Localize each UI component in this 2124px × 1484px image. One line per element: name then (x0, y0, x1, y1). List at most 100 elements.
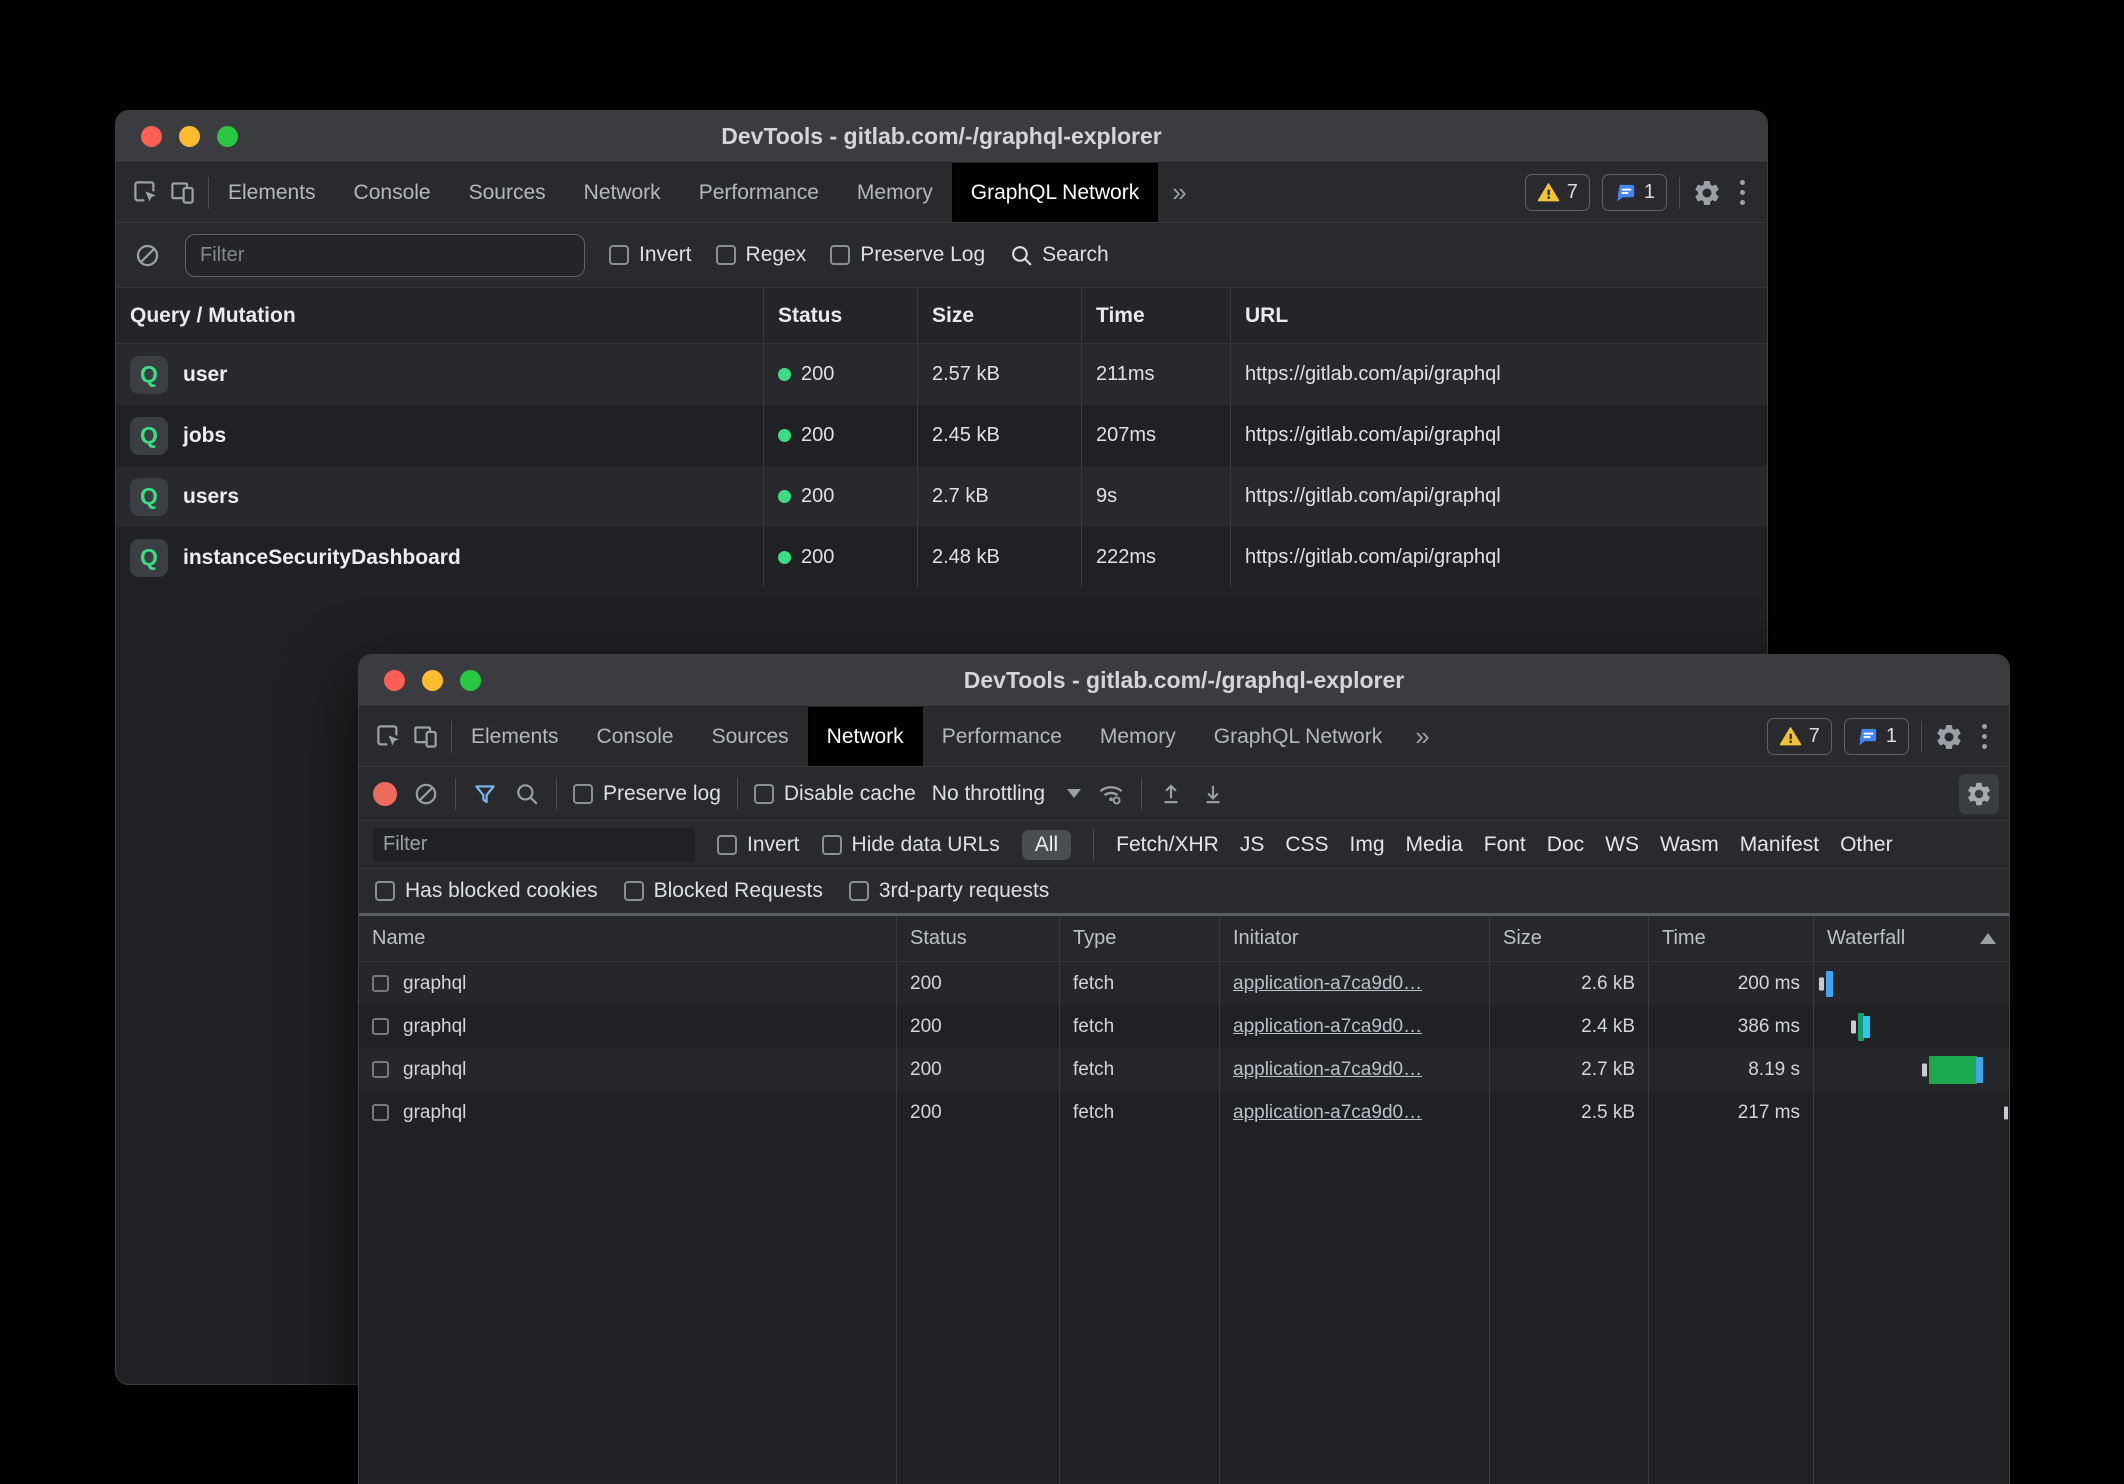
settings-gear-icon[interactable] (1934, 722, 1964, 752)
settings-gear-icon[interactable] (1692, 178, 1722, 208)
col-waterfall[interactable]: Waterfall (1814, 916, 2009, 961)
filter-input[interactable] (373, 828, 695, 862)
initiator-link[interactable]: application-a7ca9d0… (1233, 1059, 1422, 1081)
warnings-badge[interactable]: 7 (1767, 718, 1832, 755)
blocked-requests-checkbox[interactable]: Blocked Requests (624, 879, 823, 903)
hide-data-urls-checkbox[interactable]: Hide data URLs (822, 833, 1000, 857)
col-size[interactable]: Size (918, 288, 1082, 343)
table-row[interactable]: Q user 200 2.57 kB 211ms https://gitlab.… (116, 344, 1767, 405)
throttling-select[interactable]: No throttling (932, 782, 1081, 806)
col-initiator[interactable]: Initiator (1220, 916, 1490, 961)
tab-graphql-network[interactable]: GraphQL Network (1195, 707, 1401, 766)
tab-performance[interactable]: Performance (923, 707, 1081, 766)
table-row[interactable]: graphql 200 fetch application-a7ca9d0… 2… (359, 1005, 2009, 1048)
initiator-link[interactable]: application-a7ca9d0… (1233, 973, 1422, 995)
col-type[interactable]: Type (1060, 916, 1220, 961)
table-row[interactable]: graphql 200 fetch application-a7ca9d0… 2… (359, 962, 2009, 1005)
tab-memory[interactable]: Memory (1081, 707, 1195, 766)
tab-memory[interactable]: Memory (838, 163, 952, 222)
row-checkbox[interactable] (372, 975, 389, 992)
filter-type-wasm[interactable]: Wasm (1660, 833, 1719, 857)
col-time[interactable]: Time (1082, 288, 1231, 343)
more-options-icon[interactable] (1976, 724, 1993, 749)
network-conditions-icon[interactable] (1097, 780, 1125, 808)
tab-sources[interactable]: Sources (693, 707, 808, 766)
filter-type-media[interactable]: Media (1406, 833, 1463, 857)
device-toolbar-icon[interactable] (412, 723, 439, 750)
more-tabs-icon[interactable]: » (1401, 707, 1443, 766)
col-status[interactable]: Status (897, 916, 1060, 961)
title-bar[interactable]: DevTools - gitlab.com/-/graphql-explorer (359, 655, 2009, 707)
filter-type-css[interactable]: CSS (1285, 833, 1328, 857)
network-settings-gear-icon[interactable] (1959, 774, 1999, 814)
filter-type-other[interactable]: Other (1840, 833, 1893, 857)
tab-performance[interactable]: Performance (680, 163, 838, 222)
tab-sources[interactable]: Sources (450, 163, 565, 222)
filter-type-img[interactable]: Img (1350, 833, 1385, 857)
tab-console[interactable]: Console (335, 163, 450, 222)
table-row[interactable]: graphql 200 fetch application-a7ca9d0… 2… (359, 1091, 2009, 1134)
device-toolbar-icon[interactable] (169, 179, 196, 206)
search-icon[interactable] (514, 781, 540, 807)
import-har-icon[interactable] (1158, 781, 1184, 807)
tab-console[interactable]: Console (578, 707, 693, 766)
col-time[interactable]: Time (1649, 916, 1814, 961)
filter-type-all[interactable]: All (1022, 830, 1071, 860)
has-blocked-cookies-checkbox[interactable]: Has blocked cookies (375, 879, 598, 903)
filter-type-ws[interactable]: WS (1605, 833, 1639, 857)
col-url[interactable]: URL (1231, 288, 1767, 343)
close-button[interactable] (141, 126, 162, 147)
initiator-link[interactable]: application-a7ca9d0… (1233, 1016, 1422, 1038)
preserve-log-checkbox[interactable]: Preserve log (573, 782, 721, 806)
col-size[interactable]: Size (1490, 916, 1649, 961)
issues-badge[interactable]: 1 (1602, 174, 1667, 211)
filter-type-manifest[interactable]: Manifest (1740, 833, 1819, 857)
search-button[interactable]: Search (1009, 243, 1109, 268)
filter-type-fetch-xhr[interactable]: Fetch/XHR (1116, 833, 1219, 857)
table-row[interactable]: Q jobs 200 2.45 kB 207ms https://gitlab.… (116, 405, 1767, 466)
third-party-requests-checkbox[interactable]: 3rd-party requests (849, 879, 1049, 903)
minimize-button[interactable] (179, 126, 200, 147)
issues-badge[interactable]: 1 (1844, 718, 1909, 755)
col-status[interactable]: Status (764, 288, 918, 343)
record-button[interactable] (373, 782, 397, 806)
table-row[interactable]: Q instanceSecurityDashboard 200 2.48 kB … (116, 527, 1767, 588)
tab-graphql-network[interactable]: GraphQL Network (952, 163, 1158, 222)
filter-type-doc[interactable]: Doc (1547, 833, 1584, 857)
table-row[interactable]: Q users 200 2.7 kB 9s https://gitlab.com… (116, 466, 1767, 527)
export-har-icon[interactable] (1200, 781, 1226, 807)
close-button[interactable] (384, 670, 405, 691)
disable-cache-checkbox[interactable]: Disable cache (754, 782, 916, 806)
inspect-element-icon[interactable] (375, 723, 402, 750)
invert-checkbox[interactable]: Invert (717, 833, 800, 857)
filter-type-font[interactable]: Font (1484, 833, 1526, 857)
filter-funnel-icon[interactable] (472, 781, 498, 807)
size-value: 2.45 kB (918, 405, 1082, 466)
tab-elements[interactable]: Elements (452, 707, 578, 766)
tab-elements[interactable]: Elements (209, 163, 335, 222)
block-icon[interactable] (134, 242, 161, 269)
tab-network[interactable]: Network (808, 707, 923, 766)
row-checkbox[interactable] (372, 1104, 389, 1121)
minimize-button[interactable] (422, 670, 443, 691)
table-row[interactable]: graphql 200 fetch application-a7ca9d0… 2… (359, 1048, 2009, 1091)
row-checkbox[interactable] (372, 1018, 389, 1035)
preserve-log-checkbox[interactable]: Preserve Log (830, 243, 985, 267)
regex-checkbox[interactable]: Regex (716, 243, 807, 267)
warnings-badge[interactable]: 7 (1525, 174, 1590, 211)
title-bar[interactable]: DevTools - gitlab.com/-/graphql-explorer (116, 111, 1767, 163)
clear-icon[interactable] (413, 781, 439, 807)
invert-checkbox[interactable]: Invert (609, 243, 692, 267)
col-name[interactable]: Name (359, 916, 897, 961)
filter-type-js[interactable]: JS (1240, 833, 1265, 857)
more-options-icon[interactable] (1734, 180, 1751, 205)
zoom-button[interactable] (217, 126, 238, 147)
row-checkbox[interactable] (372, 1061, 389, 1078)
more-tabs-icon[interactable]: » (1158, 163, 1200, 222)
tab-network[interactable]: Network (565, 163, 680, 222)
inspect-element-icon[interactable] (132, 179, 159, 206)
zoom-button[interactable] (460, 670, 481, 691)
col-query-mutation[interactable]: Query / Mutation (116, 288, 764, 343)
filter-input[interactable] (185, 234, 585, 277)
initiator-link[interactable]: application-a7ca9d0… (1233, 1102, 1422, 1124)
